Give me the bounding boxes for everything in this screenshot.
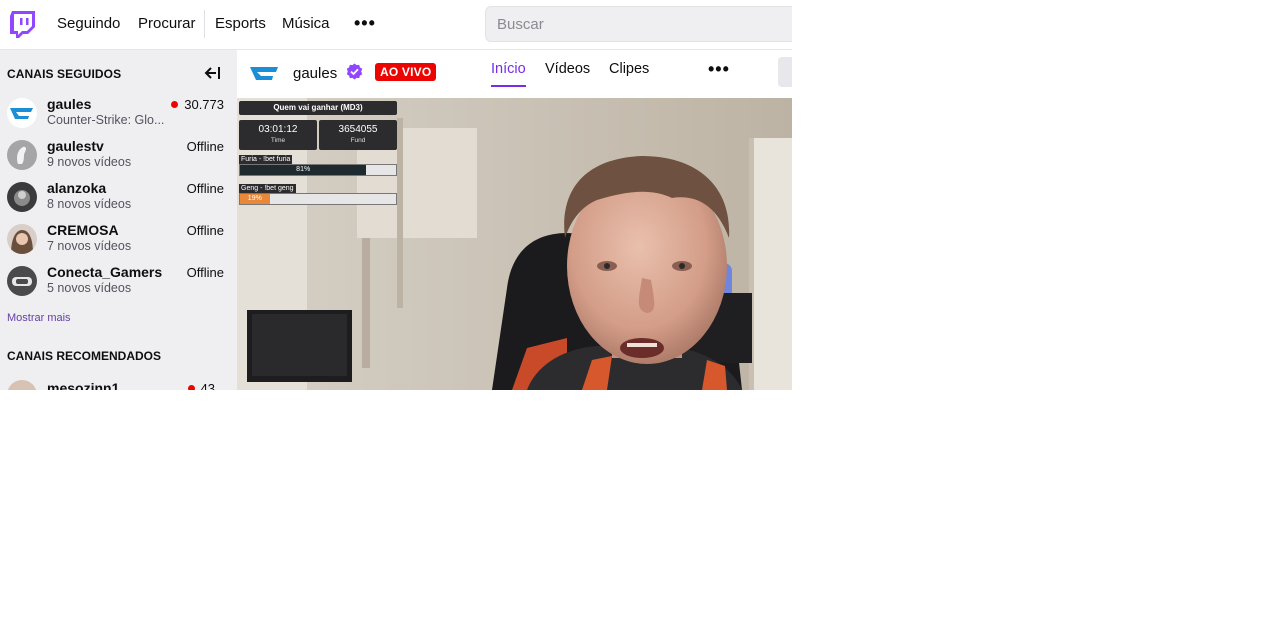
alanzoka-avatar-icon <box>14 190 30 206</box>
followed-channel-alanzoka[interactable]: alanzoka 8 novos vídeos Offline <box>0 176 237 218</box>
followed-channel-gaules[interactable]: gaules Counter-Strike: Glo... 30.773 <box>0 92 237 134</box>
avatar <box>7 380 37 390</box>
followed-channel-cremosa[interactable]: CREMOSA 7 novos vídeos Offline <box>0 218 237 260</box>
prediction-fund-label: Fund <box>350 137 366 144</box>
prediction-title: Quem vai ganhar (MD3) <box>239 101 397 115</box>
avatar <box>7 182 37 212</box>
prediction-time-value: 03:01:12 <box>258 124 298 135</box>
prediction-fund-value: 3654055 <box>338 124 378 135</box>
live-dot-icon <box>171 101 179 108</box>
channel-status: Offline <box>186 181 224 196</box>
prediction-option-fill: 81% <box>240 165 367 175</box>
avatar <box>7 140 37 170</box>
channel-name[interactable]: gaules <box>293 65 337 82</box>
prediction-time-label: Time <box>270 137 286 144</box>
avatar <box>7 224 37 254</box>
live-badge: AO VIVO <box>375 63 437 81</box>
channel-new-videos: 7 novos vídeos <box>47 239 132 253</box>
nav-browse[interactable]: Procurar <box>138 15 196 32</box>
channel-name: Conecta_Gamers <box>47 264 163 280</box>
collapse-sidebar-icon[interactable] <box>203 66 221 80</box>
channel-new-videos: 9 novos vídeos <box>47 155 132 169</box>
channel-name: alanzoka <box>47 180 107 196</box>
nav-more-icon[interactable]: ••• <box>354 14 376 32</box>
tab-clips[interactable]: Clipes <box>609 61 649 77</box>
recommended-channel-mesozinn1[interactable]: mesozinn1 43 <box>0 374 237 390</box>
channel-name: mesozinn1 <box>47 380 120 390</box>
vr-headset-icon <box>12 277 32 286</box>
gaulestv-avatar-icon <box>17 146 27 164</box>
gaules-logo-icon <box>10 108 33 119</box>
channel-more-icon[interactable]: ••• <box>708 60 730 78</box>
search-input[interactable] <box>485 6 792 42</box>
tab-home[interactable]: Início <box>491 61 526 77</box>
prediction-option-bar: 19% <box>239 193 397 205</box>
active-tab-indicator <box>491 85 526 87</box>
verified-badge-icon <box>346 63 363 80</box>
viewport: Seguindo Procurar Esports Música ••• CAN… <box>0 0 792 390</box>
nav-following[interactable]: Seguindo <box>57 15 120 32</box>
twitch-logo-icon[interactable] <box>9 11 35 39</box>
channel-new-videos: 5 novos vídeos <box>47 281 132 295</box>
channel-new-videos: 8 novos vídeos <box>47 197 132 211</box>
prediction-option-fill: 19% <box>240 194 270 204</box>
followed-channels-header: CANAIS SEGUIDOS <box>7 67 122 81</box>
nav-esports[interactable]: Esports <box>215 15 266 32</box>
channel-name: gaules <box>47 96 92 112</box>
avatar <box>7 98 37 128</box>
prediction-fund-box: 3654055 Fund <box>319 120 397 150</box>
followed-channel-gaulestv[interactable]: gaulestv 9 novos vídeos Offline <box>0 134 237 176</box>
show-more-link[interactable]: Mostrar mais <box>7 312 71 324</box>
nav-divider <box>204 10 205 38</box>
live-dot-icon <box>187 385 195 390</box>
channel-name: CREMOSA <box>47 222 119 238</box>
channel-status: Offline <box>186 139 224 154</box>
cremosa-avatar-icon <box>11 230 33 254</box>
channel-name: gaulestv <box>47 138 104 154</box>
avatar <box>7 266 37 296</box>
channel-game: Counter-Strike: Glo... <box>47 113 165 127</box>
prediction-time-box: 03:01:12 Time <box>239 120 317 150</box>
sidebar: CANAIS SEGUIDOS gaules Counter-Strike: G… <box>0 50 237 390</box>
nav-music[interactable]: Música <box>282 15 330 32</box>
channel-header: gaules AO VIVO Início Vídeos Clipes ••• <box>237 50 792 100</box>
top-nav: Seguindo Procurar Esports Música ••• <box>0 0 792 50</box>
channel-status: Offline <box>186 223 224 238</box>
channel-status: Offline <box>186 265 224 280</box>
gaules-logo-icon[interactable] <box>249 64 279 86</box>
recommended-channels-header: CANAIS RECOMENDADOS <box>7 349 162 363</box>
followed-channel-conecta-gamers[interactable]: Conecta_Gamers 5 novos vídeos Offline <box>0 260 237 302</box>
viewer-count: 30.773 <box>171 97 224 112</box>
follow-button[interactable] <box>778 57 792 87</box>
prediction-option-bar: 81% <box>239 164 397 176</box>
tab-videos[interactable]: Vídeos <box>545 61 590 77</box>
viewer-count: 43 <box>187 381 215 390</box>
